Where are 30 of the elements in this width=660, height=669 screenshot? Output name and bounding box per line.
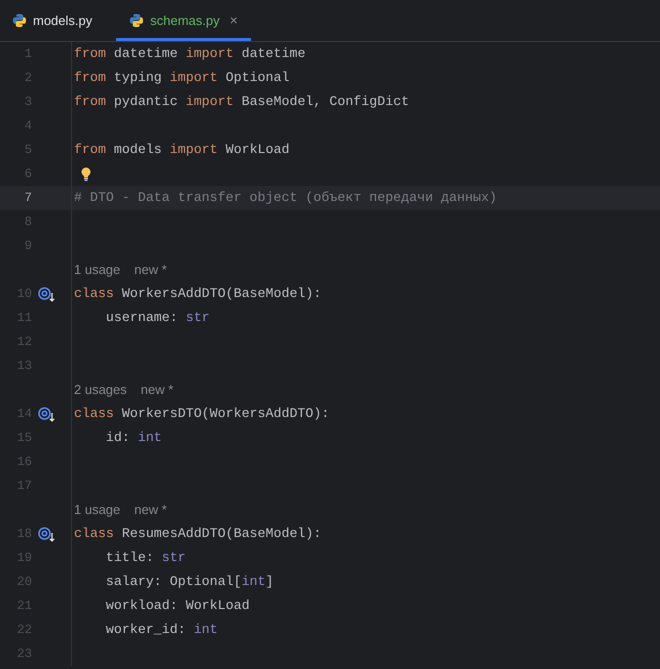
- code-line: workload: WorkLoad: [104, 597, 250, 616]
- author-hint: new *: [134, 261, 167, 280]
- usages-link[interactable]: 2 usages: [74, 380, 127, 400]
- author-hint: new *: [140, 381, 174, 400]
- code-line: from pydantic import BaseModel, ConfigDict: [74, 93, 410, 112]
- usages-link[interactable]: 1 usage: [74, 500, 120, 520]
- code-line: class ResumesAddDTO(BaseModel):: [74, 525, 322, 544]
- close-tab-button[interactable]: ×: [230, 10, 238, 31]
- code-line: title: str: [104, 549, 186, 568]
- file-tab[interactable]: models.py: [0, 0, 104, 41]
- python-file-icon: [129, 13, 144, 28]
- file-tab[interactable]: schemas.py ×: [116, 0, 251, 41]
- code-line: from models import WorkLoad: [74, 141, 290, 160]
- implemented-interface-icon[interactable]: [38, 286, 56, 302]
- author-hint: new *: [134, 501, 167, 520]
- code-line: # DTO - Data transfer object (объект передачи данных): [74, 189, 497, 208]
- code-line: worker_id: int: [104, 621, 218, 640]
- python-file-icon: [12, 13, 27, 28]
- code-line: salary: Optional[int]: [104, 573, 274, 592]
- code-line: class WorkersDTO(WorkersAddDTO):: [74, 405, 330, 424]
- implemented-interface-icon[interactable]: [38, 406, 56, 422]
- code-line: from typing import Optional: [74, 69, 290, 88]
- code-line: username: str: [104, 309, 210, 328]
- line-number: 7: [23, 190, 32, 207]
- lightbulb-icon[interactable]: [81, 167, 91, 181]
- code-line: class WorkersAddDTO(BaseModel):: [74, 285, 322, 304]
- code-line: id: int: [104, 429, 162, 448]
- code-line: from datetime import datetime: [74, 45, 306, 64]
- implemented-interface-icon[interactable]: [38, 526, 56, 542]
- usages-link[interactable]: 1 usage: [74, 260, 120, 280]
